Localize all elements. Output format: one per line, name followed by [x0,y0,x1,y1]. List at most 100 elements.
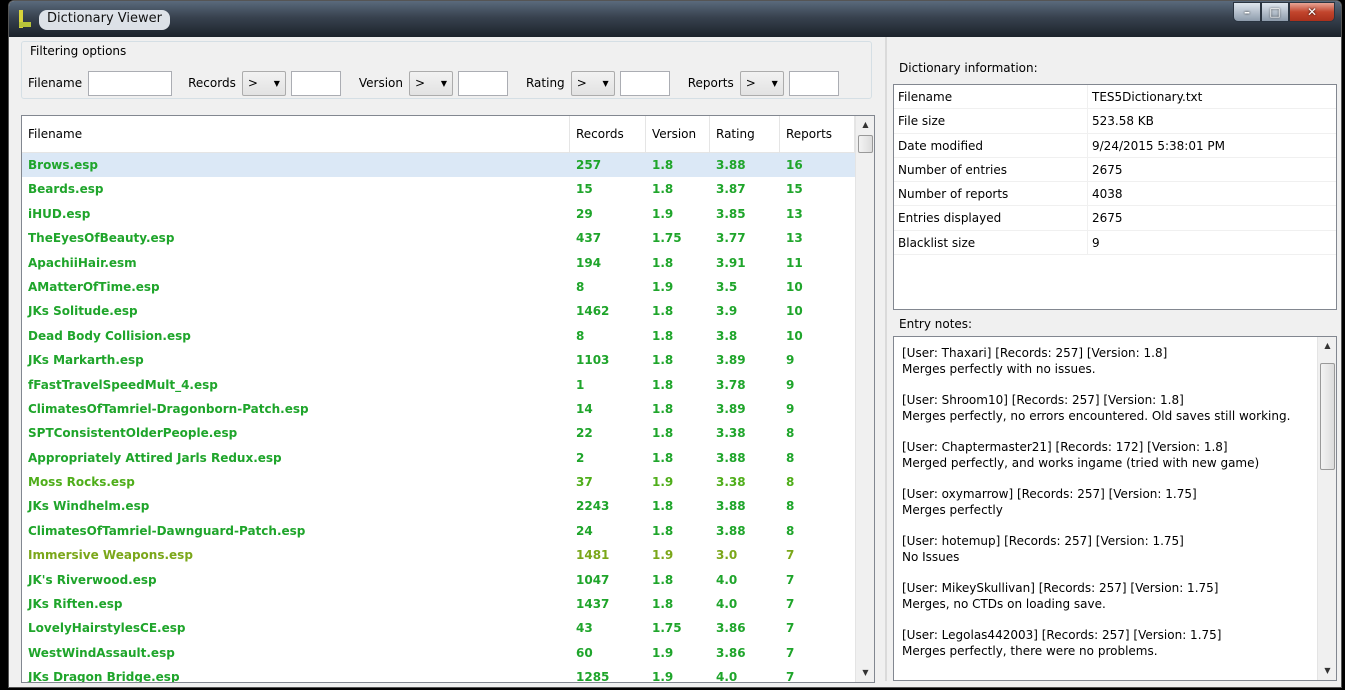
table-row[interactable]: iHUD.esp 29 1.9 3.85 13 [22,202,855,226]
info-key: Filename [898,85,1088,109]
panel-splitter[interactable] [885,37,887,681]
cell-version: 1.8 [652,523,674,538]
scroll-thumb[interactable] [1320,363,1335,470]
cell-rating: 3.89 [716,401,746,416]
rating-filter-input[interactable] [619,70,670,96]
cell-records: 1481 [576,548,610,563]
table-row[interactable]: WestWindAssault.esp 60 1.9 3.86 7 [22,641,855,665]
table-row[interactable]: SPTConsistentOlderPeople.esp 22 1.8 3.38 8 [22,421,855,445]
table-row[interactable]: ClimatesOfTamriel-Dawnguard-Patch.esp 24 1… [22,519,855,543]
cell-version: 1.9 [652,279,674,294]
table-row[interactable]: JK's Riverwood.esp 1047 1.8 4.0 7 [22,568,855,592]
version-operator-select[interactable]: > ▼ [408,70,453,96]
column-header-reports[interactable]: Reports [780,116,855,153]
filename-filter-input[interactable] [88,70,173,96]
info-value: 9 [1092,235,1100,250]
table-row[interactable]: Beards.esp 15 1.8 3.87 15 [22,177,855,201]
cell-reports: 10 [786,304,803,319]
table-row[interactable]: ApachiiHair.esm 194 1.8 3.91 11 [22,251,855,275]
table-row[interactable]: Immersive Weapons.esp 1481 1.9 3.0 7 [22,543,855,567]
table-row[interactable]: ClimatesOfTamriel-Dragonborn-Patch.esp 14… [22,397,855,421]
minimize-button[interactable]: – [1233,2,1261,22]
cell-filename: ClimatesOfTamriel-Dawnguard-Patch.esp [28,523,306,538]
table-scrollbar[interactable]: ▲ ▼ [855,116,874,682]
cell-version: 1.8 [652,401,674,416]
table-row[interactable]: JKs Markarth.esp 1103 1.8 3.89 9 [22,348,855,372]
table-row[interactable]: Moss Rocks.esp 37 1.9 3.38 8 [22,470,855,494]
table-body: Brows.esp 257 1.8 3.88 16 Beards.esp 15 1.8 3.87… [22,153,855,683]
cell-filename: JKs Markarth.esp [28,353,144,368]
reports-filter-input[interactable] [788,70,839,96]
table-row[interactable]: Appropriately Attired Jarls Redux.esp 2 1.… [22,446,855,470]
close-button[interactable]: ✕ [1289,2,1335,22]
table-row[interactable]: JKs Dragon Bridge.esp 1285 1.9 4.0 7 [22,665,855,683]
cell-rating: 3.88 [716,450,746,465]
scroll-thumb[interactable] [858,135,873,153]
note-header: [User: Shroom10] [Records: 257] [Version… [902,393,1184,407]
info-row[interactable]: File size 523.58 KB [894,109,1336,134]
table-row[interactable]: TheEyesOfBeauty.esp 437 1.75 3.77 13 [22,226,855,250]
column-header-records[interactable]: Records [570,116,646,153]
reports-operator-value: > [745,76,756,90]
cell-records: 24 [576,523,593,538]
client-area: Filtering options Filename Records > ▼ Ve… [15,37,1337,683]
rating-operator-select[interactable]: > ▼ [570,70,615,96]
table-row[interactable]: AMatterOfTime.esp 8 1.9 3.5 10 [22,275,855,299]
cell-rating: 3.38 [716,475,746,490]
table-row[interactable]: LovelyHairstylesCE.esp 43 1.75 3.86 7 [22,616,855,640]
info-row[interactable]: Entries displayed 2675 [894,206,1336,231]
table-header: Filename Records Version Rating Reports [22,116,855,153]
cell-version: 1.9 [652,645,674,660]
cell-filename: Brows.esp [28,158,98,172]
title-bar[interactable]: Dictionary Viewer – □ ✕ [9,1,1341,37]
cell-version: 1.8 [652,377,674,392]
note-body: Merges perfectly, no errors encountered.… [902,409,1291,423]
info-row[interactable]: Filename TES5Dictionary.txt [894,85,1336,110]
dictionary-information-table[interactable]: Filename TES5Dictionary.txt File size 523.5… [893,84,1337,310]
scroll-down-arrow-icon[interactable]: ▼ [1318,662,1336,680]
scroll-down-arrow-icon[interactable]: ▼ [856,664,874,682]
cell-version: 1.8 [652,255,674,270]
cell-records: 257 [576,158,602,172]
scroll-up-arrow-icon[interactable]: ▲ [856,116,874,134]
table-row[interactable]: JKs Windhelm.esp 2243 1.8 3.88 8 [22,494,855,518]
chevron-down-icon: ▼ [273,78,280,88]
cell-rating: 3.91 [716,255,746,270]
notes-scrollbar[interactable]: ▲ ▼ [1317,337,1336,680]
cell-records: 1285 [576,670,610,683]
column-header-version[interactable]: Version [646,116,710,153]
table-row[interactable]: fFastTravelSpeedMult_4.esp 1 1.8 3.78 9 [22,373,855,397]
table-row[interactable]: JKs Riften.esp 1437 1.8 4.0 7 [22,592,855,616]
cell-version: 1.8 [652,182,674,197]
info-row[interactable]: Number of entries 2675 [894,157,1336,183]
note-entry: [User: Thaxari] [Records: 257] [Version:… [902,345,1307,377]
cell-filename: JKs Solitude.esp [28,304,138,319]
info-row[interactable]: Blacklist size 9 [894,230,1336,256]
info-value: 4038 [1092,187,1123,202]
records-operator-select[interactable]: > ▼ [241,70,286,96]
records-operator-value: > [247,76,258,90]
cell-records: 8 [576,328,585,343]
entry-notes-box[interactable]: [User: Thaxari] [Records: 257] [Version:… [893,336,1337,681]
version-filter-input[interactable] [457,70,508,96]
window-controls: – □ ✕ [1233,2,1335,22]
cell-rating: 3.88 [716,158,746,172]
table-row[interactable]: Dead Body Collision.esp 8 1.8 3.8 10 [22,324,855,348]
records-filter-input[interactable] [290,70,341,96]
scroll-up-arrow-icon[interactable]: ▲ [1318,337,1336,355]
cell-reports: 10 [786,279,803,294]
maximize-button[interactable]: □ [1261,2,1289,22]
column-header-filename[interactable]: Filename [22,116,570,153]
table-row[interactable]: Brows.esp 257 1.8 3.88 16 [22,153,855,178]
filter-row: Filename Records > ▼ Version > ▼ Rating > ▼… [28,70,839,96]
cell-records: 1 [576,377,585,392]
dictionary-table[interactable]: Filename Records Version Rating Reports … [21,115,875,683]
info-row[interactable]: Date modified 9/24/2015 5:38:01 PM [894,133,1336,158]
table-row[interactable]: JKs Solitude.esp 1462 1.8 3.9 10 [22,299,855,323]
reports-operator-select[interactable]: > ▼ [739,70,784,96]
note-header: [User: hotemup] [Records: 257] [Version:… [902,534,1184,548]
cell-records: 15 [576,182,593,197]
column-header-rating[interactable]: Rating [710,116,780,153]
info-row[interactable]: Number of reports 4038 [894,182,1336,207]
cell-filename: JK's Riverwood.esp [28,572,157,587]
